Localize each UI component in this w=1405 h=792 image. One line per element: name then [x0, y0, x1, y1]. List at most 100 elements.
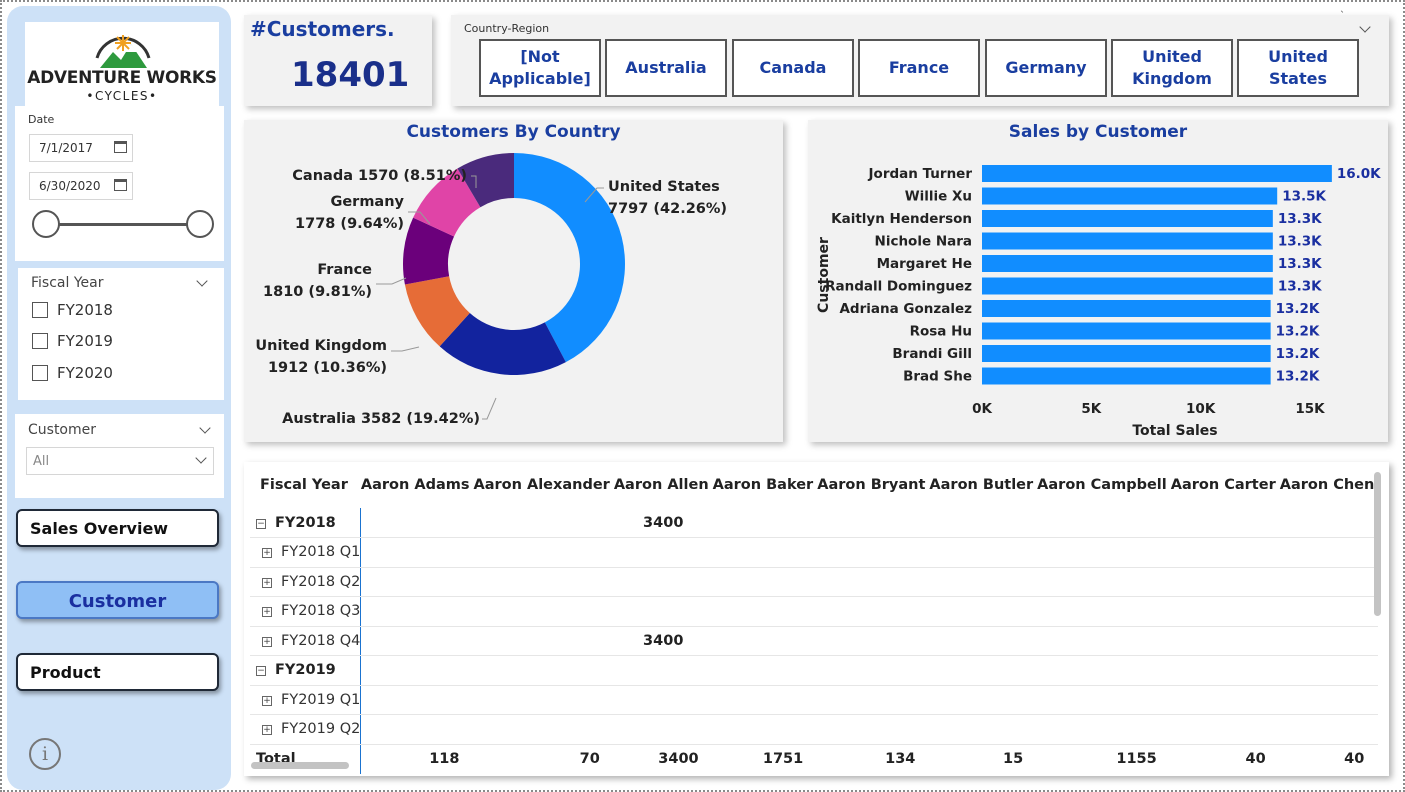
bar[interactable]: [982, 187, 1278, 205]
bar[interactable]: [982, 345, 1271, 362]
calendar-icon[interactable]: [114, 179, 127, 191]
sales-overview-button[interactable]: Sales Overview: [16, 509, 219, 547]
bar[interactable]: [982, 322, 1271, 340]
calendar-icon[interactable]: [114, 141, 127, 153]
total-cell: 70: [579, 751, 600, 767]
chevron-down-icon[interactable]: [199, 422, 211, 434]
chevron-down-icon[interactable]: [1359, 21, 1371, 33]
matrix-cell: [1037, 508, 1171, 538]
total-row: Total 118 70 3400 1751 134 15 1155 40 40: [250, 744, 1378, 774]
column-header[interactable]: Aaron Adams: [361, 462, 474, 508]
donut-data-label: 1810 (9.81%): [263, 284, 372, 300]
column-header[interactable]: Aaron Chen: [1280, 462, 1379, 508]
country-button-france[interactable]: France: [858, 39, 980, 97]
x-tick-label: 10K: [1186, 401, 1216, 417]
bar-category-label: Margaret He: [877, 256, 972, 272]
row-header[interactable]: Fiscal Year: [250, 462, 361, 508]
end-date-input[interactable]: 6/30/2020: [29, 172, 133, 200]
fy-option-fy2019[interactable]: FY2019: [32, 332, 113, 352]
bar-category-label: Randall Dominguez: [825, 279, 972, 295]
column-header[interactable]: Aaron Bryant: [817, 462, 929, 508]
column-header[interactable]: Aaron Alexander: [473, 462, 613, 508]
customer-dropdown-value: All: [33, 454, 50, 469]
product-button[interactable]: Product: [16, 653, 219, 691]
vertical-scrollbar[interactable]: [1374, 472, 1381, 616]
chevron-down-icon[interactable]: [196, 275, 208, 287]
bar-category-label: Willie Xu: [905, 189, 972, 205]
country-button-not-applicable[interactable]: [Not Applicable]: [479, 39, 601, 97]
row-label-text: FY2019 Q1: [281, 691, 361, 708]
fy-option-fy2018[interactable]: FY2018: [32, 301, 113, 321]
fy-option-fy2020[interactable]: FY2020: [32, 364, 113, 384]
matrix-cell: [360, 596, 474, 627]
column-header[interactable]: Aaron Allen: [614, 462, 713, 508]
country-button-united-kingdom[interactable]: United Kingdom: [1111, 39, 1233, 97]
bar[interactable]: [982, 232, 1273, 250]
date-range-start-handle[interactable]: [32, 210, 60, 238]
expand-icon[interactable]: +: [262, 636, 272, 647]
column-header[interactable]: Aaron Butler: [929, 462, 1037, 508]
y-axis-title: Customer: [816, 237, 832, 313]
logo-subtitle: •CYCLES•: [86, 89, 158, 103]
report-canvas: ˎ ADVENTURE WORKS •CYCLES• Date 7/1/2017: [0, 0, 1405, 792]
country-button-united-states[interactable]: United States: [1237, 39, 1359, 97]
logo-title: ADVENTURE WORKS: [27, 68, 217, 88]
bar[interactable]: [982, 165, 1332, 182]
country-button-canada[interactable]: Canada: [732, 39, 854, 97]
checkbox[interactable]: [32, 365, 48, 381]
date-range-track[interactable]: [45, 223, 201, 226]
info-icon[interactable]: i: [29, 738, 61, 770]
x-tick-label: 15K: [1295, 401, 1325, 417]
bar-chart-svg: Jordan Turner 16.0K Willie Xu 13.5K Kaitlyn …: [816, 165, 1381, 439]
customer-dropdown[interactable]: All: [26, 447, 214, 475]
country-button-australia[interactable]: Australia: [605, 39, 727, 97]
expand-icon[interactable]: +: [262, 725, 272, 736]
matrix-cell: [1279, 714, 1379, 745]
date-range-end-handle[interactable]: [186, 210, 214, 238]
column-header[interactable]: Aaron Carter: [1171, 462, 1280, 508]
expand-icon[interactable]: +: [262, 607, 272, 618]
matrix-cell: [712, 596, 818, 627]
collapse-icon[interactable]: −: [256, 518, 266, 529]
matrix-cell: [929, 537, 1038, 568]
column-header[interactable]: Aaron Campbell: [1037, 462, 1171, 508]
matrix-cell: [360, 508, 474, 538]
matrix-cell: [1037, 567, 1171, 597]
horizontal-scrollbar[interactable]: [251, 762, 349, 769]
row-label: + FY2018 Q4: [250, 626, 362, 656]
start-date-input[interactable]: 7/1/2017: [29, 134, 133, 162]
country-button-germany[interactable]: Germany: [985, 39, 1107, 97]
matrix-cell: [712, 655, 818, 686]
expand-icon[interactable]: +: [262, 577, 272, 588]
customer-button[interactable]: Customer: [16, 581, 219, 619]
matrix-cell: [473, 685, 614, 715]
column-header[interactable]: Aaron Baker: [713, 462, 818, 508]
matrix-cell: [1170, 596, 1280, 627]
bar[interactable]: [982, 367, 1271, 385]
matrix-header-row: Fiscal Year Aaron Adams Aaron Alexander Aar…: [250, 462, 1378, 508]
matrix-row: + FY2018 Q1: [250, 537, 1379, 568]
matrix-cell: [613, 714, 713, 745]
bar[interactable]: [982, 210, 1273, 227]
matrix-cell: [817, 685, 930, 715]
chevron-down-icon[interactable]: [195, 452, 207, 464]
more-options-icon[interactable]: ˎ: [1340, 2, 1345, 13]
expand-icon[interactable]: +: [262, 548, 272, 559]
collapse-icon[interactable]: −: [256, 666, 266, 677]
expand-icon[interactable]: +: [262, 695, 272, 706]
matrix-cell: [929, 596, 1038, 627]
bar[interactable]: [982, 255, 1273, 272]
matrix-cell: [1170, 626, 1280, 656]
x-axis-title: Total Sales: [1132, 423, 1217, 439]
donut-data-label: United States: [608, 179, 720, 195]
total-cell: 40: [1344, 751, 1365, 767]
checkbox[interactable]: [32, 302, 48, 318]
checkbox[interactable]: [32, 333, 48, 349]
row-label: − FY2019: [250, 655, 362, 686]
donut-data-label: Germany: [330, 194, 404, 210]
row-label: + FY2018 Q2: [250, 567, 362, 597]
bar[interactable]: [982, 277, 1273, 295]
matrix-cell: [360, 567, 474, 597]
matrix-cell: 3400: [613, 626, 713, 656]
bar[interactable]: [982, 300, 1271, 317]
